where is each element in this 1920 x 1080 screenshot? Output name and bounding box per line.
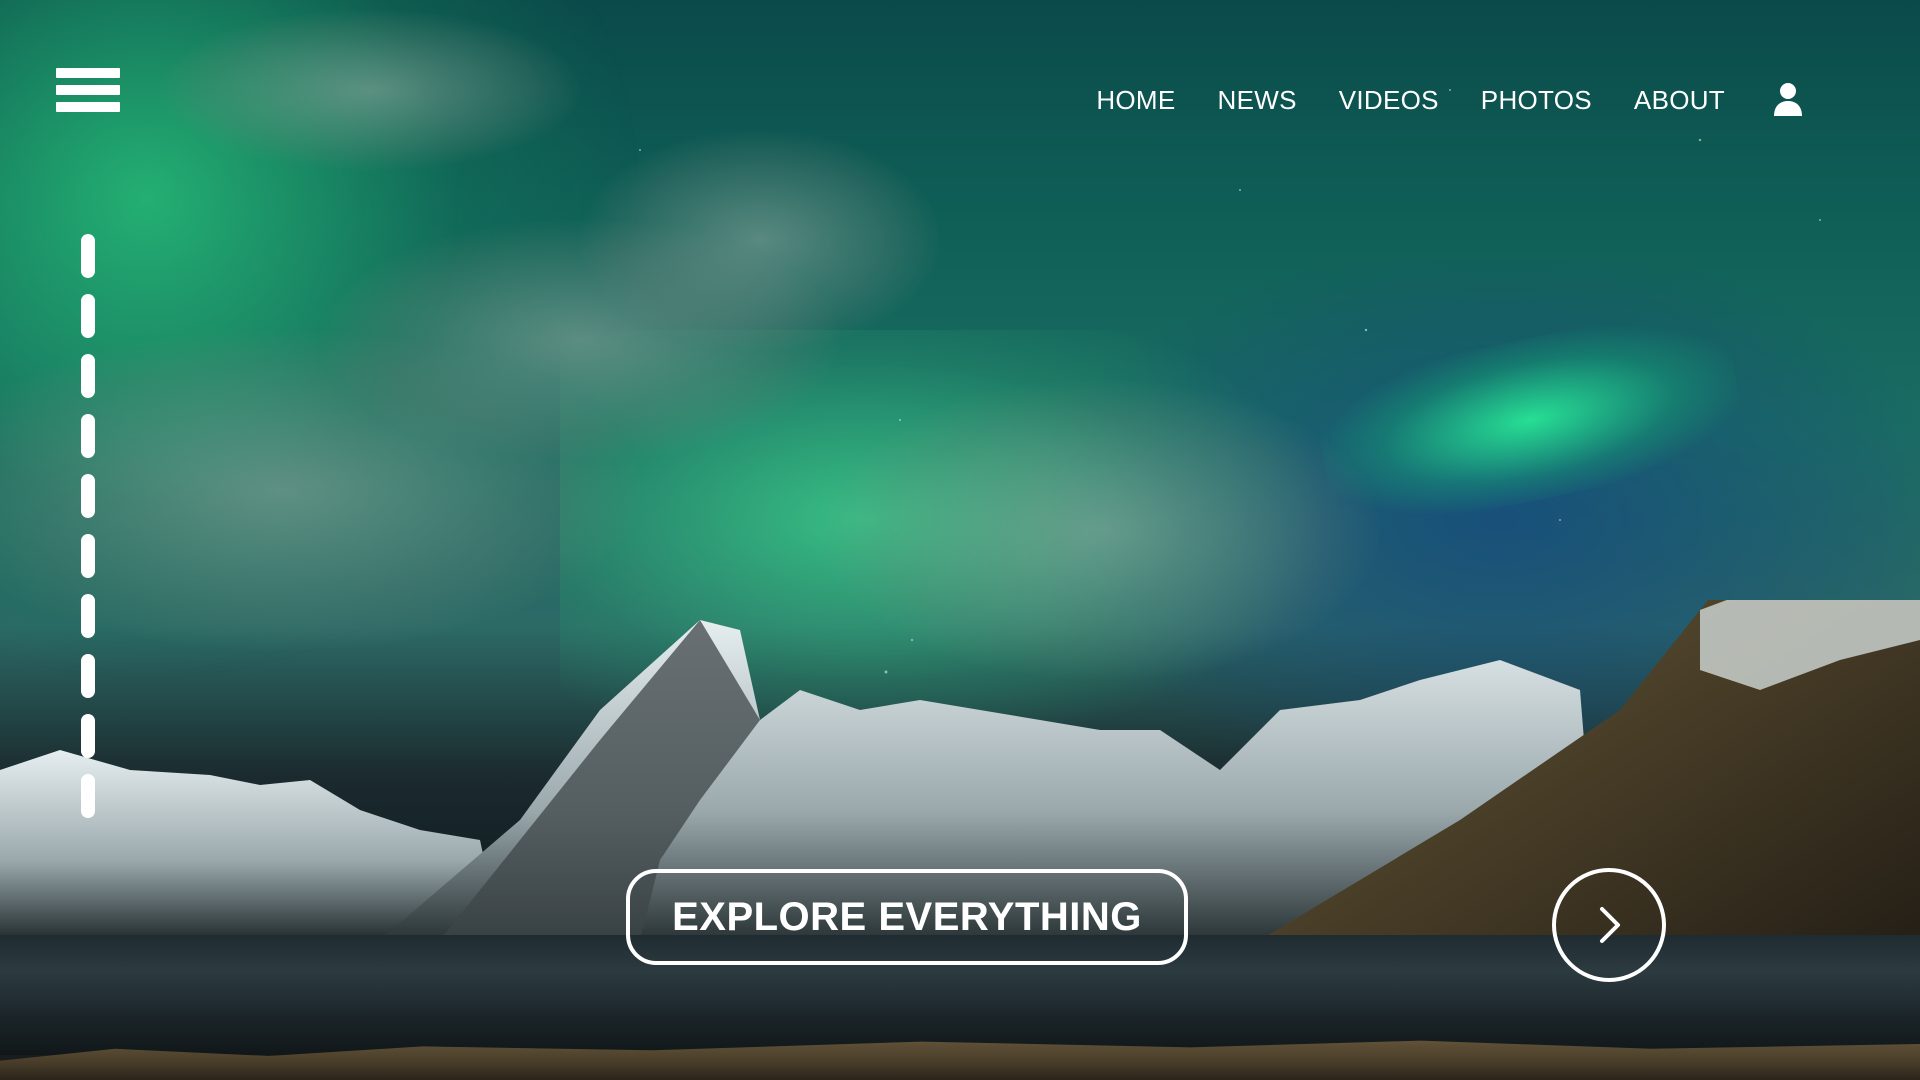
slide-dot[interactable] — [81, 534, 95, 578]
slide-dot[interactable] — [81, 414, 95, 458]
menu-bar — [56, 68, 120, 78]
slide-indicator — [81, 234, 95, 834]
nav-news[interactable]: NEWS — [1218, 85, 1297, 116]
chevron-right-icon — [1600, 907, 1620, 943]
nav-videos[interactable]: VIDEOS — [1339, 85, 1439, 116]
nav-photos[interactable]: PHOTOS — [1481, 85, 1592, 116]
user-icon[interactable] — [1772, 82, 1804, 118]
hero-background: HOME NEWS VIDEOS PHOTOS ABOUT EXPLORE EV… — [0, 0, 1920, 1080]
slide-dot[interactable] — [81, 234, 95, 278]
user-icon-graphic — [1774, 83, 1802, 116]
slide-dot[interactable] — [81, 294, 95, 338]
slide-dot[interactable] — [81, 714, 95, 758]
main-navigation: HOME NEWS VIDEOS PHOTOS ABOUT — [1096, 80, 1725, 120]
nav-about[interactable]: ABOUT — [1634, 85, 1725, 116]
slide-dot[interactable] — [81, 354, 95, 398]
slide-dot[interactable] — [81, 474, 95, 518]
menu-bar — [56, 85, 120, 95]
next-slide-button[interactable] — [1552, 868, 1666, 982]
slide-dot[interactable] — [81, 594, 95, 638]
nav-home[interactable]: HOME — [1096, 85, 1175, 116]
slide-dot[interactable] — [81, 654, 95, 698]
hamburger-menu-icon[interactable] — [56, 68, 120, 124]
explore-everything-button[interactable]: EXPLORE EVERYTHING — [626, 869, 1188, 965]
menu-bar — [56, 102, 120, 112]
slide-dot[interactable] — [81, 774, 95, 818]
